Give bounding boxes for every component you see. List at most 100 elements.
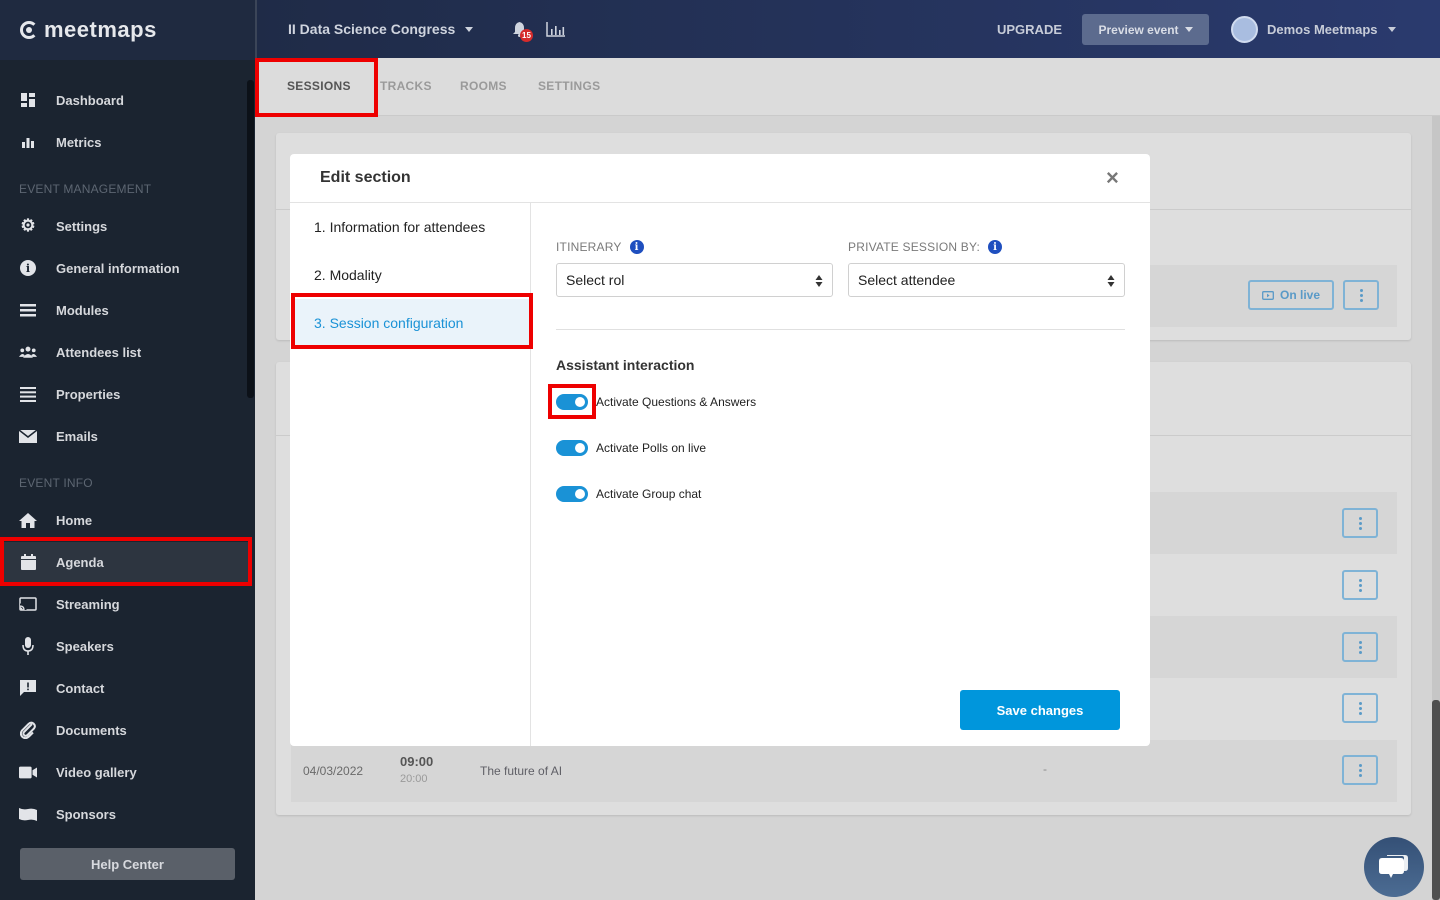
polls-toggle[interactable]	[556, 440, 588, 456]
notification-badge: 15	[520, 29, 533, 42]
sidebar-item-label: Streaming	[56, 596, 120, 612]
sidebar-item-speakers[interactable]: Speakers	[0, 626, 248, 666]
row-options-button[interactable]	[1342, 755, 1378, 785]
sidebar-item-documents[interactable]: Documents	[0, 710, 248, 750]
sidebar-item-label: Modules	[56, 302, 109, 318]
page-scrollbar-thumb[interactable]	[1432, 700, 1440, 900]
session-room: -	[1043, 762, 1047, 776]
home-icon	[19, 511, 37, 529]
itinerary-select-value: Select rol	[566, 272, 625, 288]
chevron-down-icon	[465, 26, 474, 32]
user-name: Demos Meetmaps	[1267, 22, 1378, 37]
step-modality[interactable]: 2. Modality	[290, 251, 531, 299]
dashboard-icon	[19, 91, 37, 109]
paperclip-icon	[19, 721, 37, 739]
sidebar-item-contact[interactable]: Contact	[0, 668, 248, 708]
tab-tracks[interactable]: TRACKS	[380, 79, 432, 93]
sidebar-item-attendees-list[interactable]: Attendees list	[0, 332, 248, 372]
step-session-configuration[interactable]: 3. Session configuration	[292, 299, 530, 347]
itinerary-select[interactable]: Select rol	[556, 263, 833, 297]
chat-widget-button[interactable]	[1364, 837, 1424, 897]
bar-chart-icon	[19, 133, 37, 151]
divider	[556, 329, 1125, 330]
row-options-button[interactable]	[1342, 632, 1378, 662]
private-session-select[interactable]: Select attendee	[848, 263, 1125, 297]
top-bar: II Data Science Congress 15 UPGRADE Prev…	[255, 0, 1440, 58]
envelope-icon	[19, 427, 37, 445]
statistics-icon[interactable]	[546, 22, 565, 42]
sidebar-item-general-information[interactable]: i General information	[0, 248, 248, 288]
live-icon	[1262, 291, 1274, 300]
sidebar-item-video-gallery[interactable]: Video gallery	[0, 752, 248, 792]
sidebar-item-label: Documents	[56, 722, 127, 738]
sidebar-item-streaming[interactable]: Streaming	[0, 584, 248, 624]
section-label-event-info: EVENT INFO	[19, 476, 93, 490]
sidebar-item-home[interactable]: Home	[0, 500, 248, 540]
session-end-time: 20:00	[400, 773, 428, 785]
topbar-divider	[255, 0, 257, 60]
modal-steps: 1. Information for attendees 2. Modality…	[290, 203, 531, 746]
sidebar-item-label: General information	[56, 260, 180, 276]
chat-bubble-icon	[1379, 855, 1408, 878]
info-icon[interactable]: i	[629, 240, 644, 254]
sidebar-item-sponsors[interactable]: Sponsors	[0, 794, 248, 834]
tab-sessions[interactable]: SESSIONS	[287, 79, 351, 93]
row-options-button[interactable]	[1342, 508, 1378, 538]
row-options-button[interactable]	[1342, 570, 1378, 600]
private-session-label-text: PRIVATE SESSION BY:	[848, 240, 981, 254]
info-icon[interactable]: i	[988, 240, 1003, 254]
sidebar-scrollbar[interactable]	[247, 80, 254, 398]
row-options-button[interactable]	[1342, 693, 1378, 723]
video-camera-icon	[19, 763, 37, 781]
tab-settings[interactable]: SETTINGS	[538, 79, 600, 93]
user-menu[interactable]: Demos Meetmaps	[1267, 22, 1396, 37]
group-chat-toggle[interactable]	[556, 486, 588, 502]
select-arrows-icon	[815, 275, 823, 287]
sidebar: meetmaps Dashboard Metrics EVENT MANAGEM…	[0, 0, 255, 900]
questions-answers-toggle[interactable]	[556, 394, 588, 410]
sidebar-item-settings[interactable]: ⚙ Settings	[0, 206, 248, 246]
sidebar-item-label: Home	[56, 512, 93, 528]
list-icon	[19, 385, 37, 403]
toggle-label: Activate Group chat	[596, 487, 702, 501]
brand-logo[interactable]: meetmaps	[0, 0, 255, 60]
select-arrows-icon	[1107, 275, 1115, 287]
close-icon[interactable]: ×	[1106, 167, 1122, 189]
event-selector[interactable]: II Data Science Congress	[288, 21, 474, 37]
sidebar-item-label: Sponsors	[56, 806, 116, 822]
tab-rooms[interactable]: ROOMS	[460, 79, 507, 93]
on-live-button[interactable]: On live	[1248, 280, 1334, 310]
toggle-label: Activate Polls on live	[596, 441, 707, 455]
help-center-button[interactable]: Help Center	[20, 848, 235, 880]
itinerary-label-text: ITINERARY	[556, 240, 622, 254]
menu-icon	[19, 301, 37, 319]
microphone-icon	[19, 637, 37, 655]
section-label-event-management: EVENT MANAGEMENT	[19, 182, 152, 196]
sidebar-item-emails[interactable]: Emails	[0, 416, 248, 456]
chevron-down-icon	[1184, 27, 1193, 32]
row-options-button[interactable]	[1343, 280, 1379, 310]
toggle-row-questions-answers: Activate Questions & Answers	[556, 394, 756, 410]
message-alert-icon	[19, 679, 37, 697]
sidebar-item-properties[interactable]: Properties	[0, 374, 248, 414]
sidebar-item-label: Dashboard	[56, 92, 124, 108]
edit-section-modal: Edit section × 1. Information for attend…	[290, 154, 1150, 746]
save-changes-button[interactable]: Save changes	[960, 690, 1120, 730]
preview-event-button[interactable]: Preview event	[1082, 14, 1209, 45]
private-session-select-value: Select attendee	[858, 272, 956, 288]
upgrade-link[interactable]: UPGRADE	[997, 22, 1062, 37]
private-session-label: PRIVATE SESSION BY: i	[848, 240, 1003, 254]
session-title[interactable]: The future of AI	[480, 764, 562, 778]
sidebar-item-agenda[interactable]: Agenda	[0, 542, 248, 582]
sidebar-item-dashboard[interactable]: Dashboard	[0, 80, 248, 120]
sidebar-item-modules[interactable]: Modules	[0, 290, 248, 330]
agenda-tabs: SESSIONS TRACKS ROOMS SETTINGS	[255, 58, 1440, 116]
sidebar-item-metrics[interactable]: Metrics	[0, 122, 248, 162]
modal-title: Edit section	[320, 169, 411, 186]
user-avatar[interactable]	[1231, 16, 1258, 43]
step-information-for-attendees[interactable]: 1. Information for attendees	[290, 203, 531, 251]
users-icon	[19, 343, 37, 361]
sidebar-item-label: Agenda	[56, 554, 104, 570]
cast-icon	[19, 595, 37, 613]
info-icon: i	[19, 259, 37, 277]
